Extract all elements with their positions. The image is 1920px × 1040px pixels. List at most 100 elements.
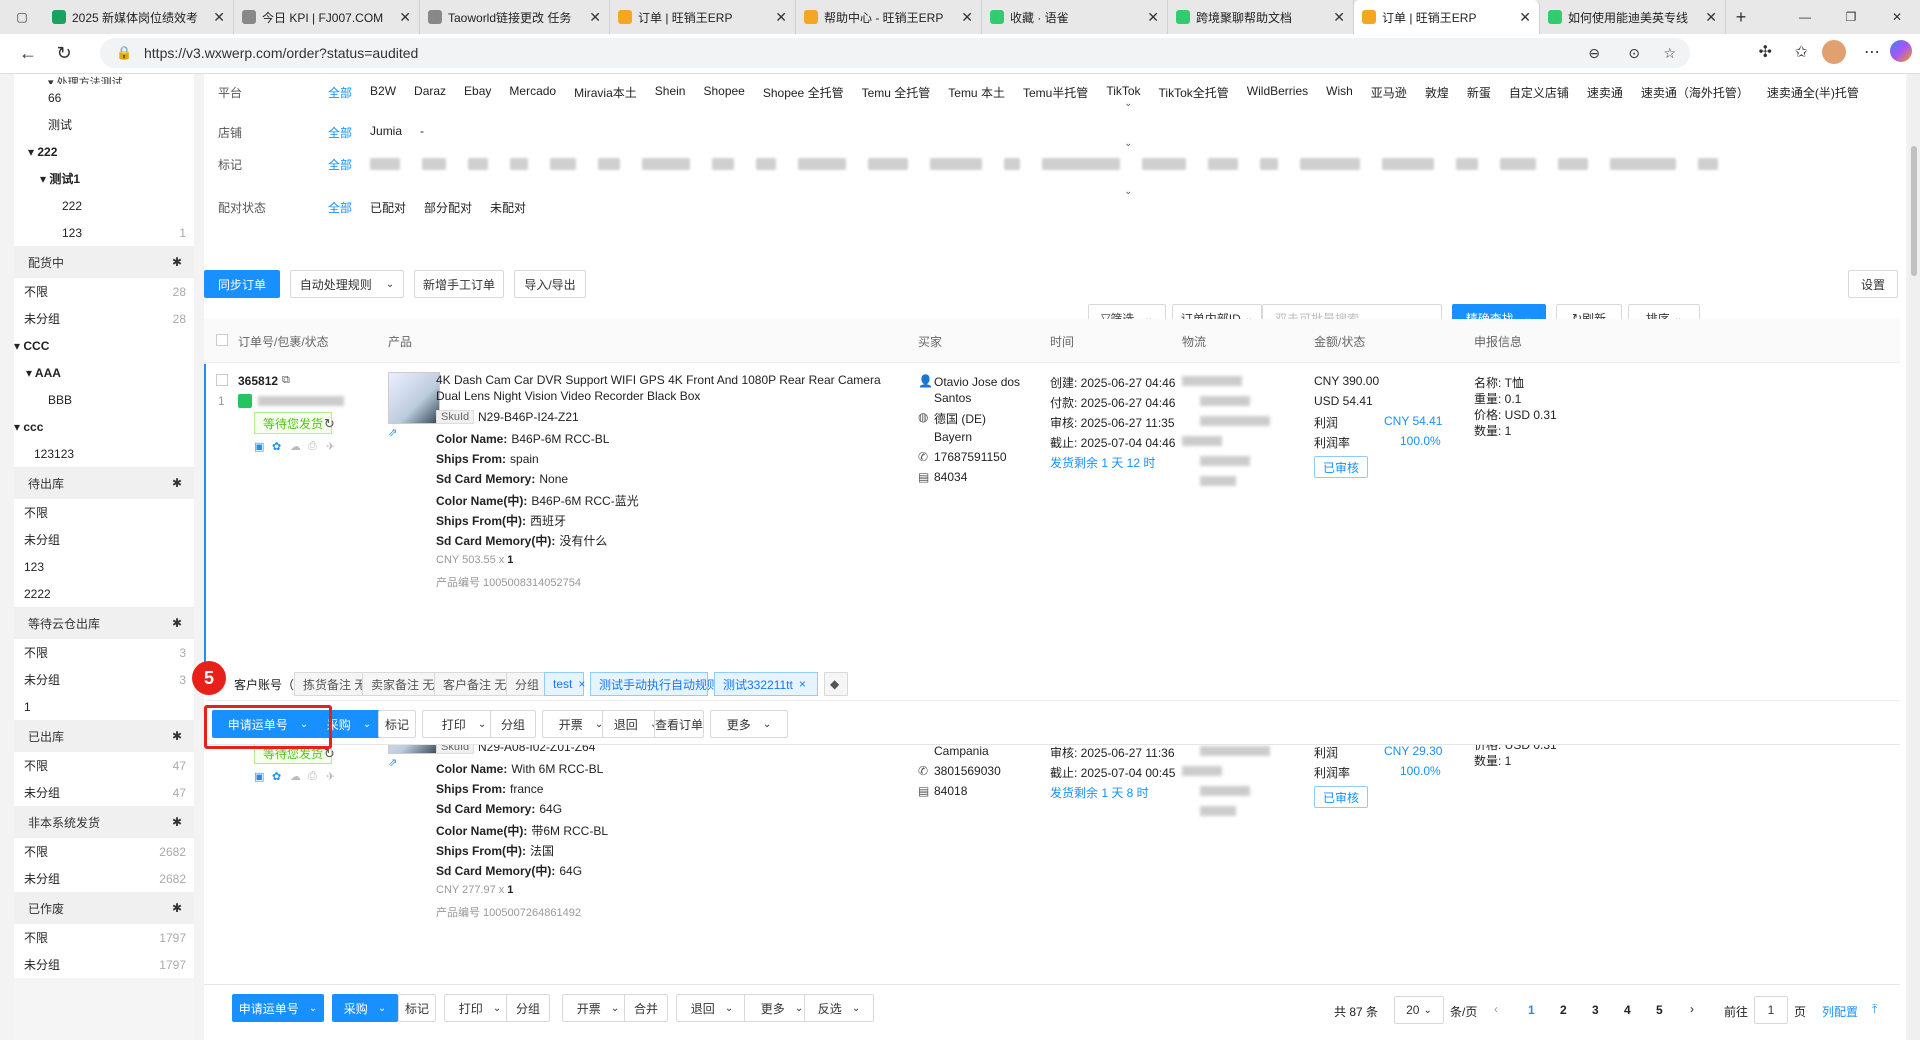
shop-option[interactable]: - bbox=[420, 124, 424, 141]
gift-icon[interactable]: ✿ bbox=[272, 770, 281, 783]
remove-tag-icon[interactable]: × bbox=[578, 677, 585, 691]
page-number[interactable]: 5 bbox=[1656, 1003, 1663, 1017]
sidebar-item[interactable]: 未分组 28 bbox=[14, 305, 194, 332]
gear-icon[interactable]: ✱ bbox=[172, 901, 182, 915]
platform-option[interactable]: Temu半托管 bbox=[1023, 84, 1088, 101]
note-tag[interactable]: 分组 bbox=[506, 672, 549, 696]
label-tag[interactable]: 测试手动执行自动规则× bbox=[590, 672, 732, 696]
sidebar-tree-item[interactable]: ▾ 222 bbox=[14, 138, 194, 165]
product-title[interactable]: 4K Dash Cam Car DVR Support WIFI GPS 4K … bbox=[436, 372, 906, 404]
close-window-icon[interactable]: ✕ bbox=[1874, 10, 1920, 24]
add-tag-icon[interactable]: ◆ bbox=[824, 672, 848, 696]
bottom-action-button[interactable]: 反选 ⌄ bbox=[804, 994, 874, 1022]
match-option[interactable]: 全部 bbox=[328, 199, 352, 216]
close-tab-icon[interactable]: ✕ bbox=[1519, 9, 1531, 26]
back-to-top-icon[interactable]: ⤒ bbox=[1872, 1002, 1877, 1017]
browser-tab[interactable]: 今日 KPI | FJ007.COM ✕ bbox=[234, 0, 420, 34]
sidebar-item[interactable]: 不限 47 bbox=[14, 752, 194, 779]
column-config-link[interactable]: 列配置 bbox=[1822, 1003, 1858, 1020]
sidebar-item[interactable]: ▾ AAA bbox=[14, 359, 194, 386]
platform-option[interactable]: Shopee bbox=[703, 84, 744, 101]
sidebar-tree-item[interactable]: 测试 bbox=[14, 111, 194, 138]
sidebar-item[interactable]: 未分组 2682 bbox=[14, 865, 194, 892]
sidebar-item[interactable]: 不限 2682 bbox=[14, 838, 194, 865]
browser-tab[interactable]: 跨境聚聊帮助文档 ✕ bbox=[1168, 0, 1354, 34]
close-tab-icon[interactable]: ✕ bbox=[589, 9, 601, 26]
sidebar-group-header[interactable]: 等待云仓出库 ✱ bbox=[14, 607, 194, 639]
gift-icon[interactable]: ✿ bbox=[272, 440, 281, 453]
browser-tab[interactable]: 帮助中心 - 旺销王ERP ✕ bbox=[796, 0, 982, 34]
sidebar-tree-item[interactable]: 222 bbox=[14, 192, 194, 219]
sidebar-item[interactable]: 123123 bbox=[14, 440, 194, 467]
platform-option[interactable]: Miravia本土 bbox=[574, 84, 637, 101]
sidebar-item[interactable]: 不限 1797 bbox=[14, 924, 194, 951]
extensions-icon[interactable]: ✣ bbox=[1759, 42, 1772, 62]
row-checkbox[interactable] bbox=[216, 374, 228, 386]
sidebar-tree-item[interactable]: 66 bbox=[14, 84, 194, 111]
close-tab-icon[interactable]: ✕ bbox=[1333, 9, 1345, 26]
goto-input[interactable]: 1 bbox=[1754, 996, 1788, 1024]
prev-page-icon[interactable]: ‹ bbox=[1494, 1002, 1498, 1016]
platform-option[interactable]: 亚马逊 bbox=[1371, 84, 1407, 101]
refresh-status-icon[interactable]: ↻ bbox=[324, 416, 335, 432]
platform-option[interactable]: Mercado bbox=[509, 84, 556, 101]
sidebar-item[interactable]: BBB bbox=[14, 386, 194, 413]
sidebar-item[interactable]: 2222 bbox=[14, 580, 194, 607]
page-number[interactable]: 2 bbox=[1560, 1003, 1567, 1017]
browser-tab[interactable]: Taoworld链接更改 任务 ✕ bbox=[420, 0, 610, 34]
platform-option[interactable]: B2W bbox=[370, 84, 396, 101]
page-number[interactable]: 4 bbox=[1624, 1003, 1631, 1017]
action-more-button[interactable]: 更多 ⌄ bbox=[710, 710, 788, 738]
refresh-icon[interactable]: ↻ bbox=[46, 36, 82, 72]
bottom-action-button[interactable]: 申请运单号 ⌄ bbox=[232, 994, 324, 1022]
gear-icon[interactable]: ✱ bbox=[172, 476, 182, 490]
platform-option[interactable]: Wish bbox=[1326, 84, 1353, 101]
cloud-icon[interactable]: ☁ bbox=[290, 770, 301, 783]
gear-icon[interactable]: ✱ bbox=[172, 729, 182, 743]
camera-icon[interactable]: ▣ bbox=[254, 440, 264, 453]
profile-avatar[interactable] bbox=[1822, 40, 1846, 64]
sidebar-tree-item[interactable]: ▾ 测试1 bbox=[14, 165, 194, 192]
sync-orders-button[interactable]: 同步订单 bbox=[204, 270, 280, 298]
order-number[interactable]: 365812 bbox=[238, 374, 278, 388]
platform-option[interactable]: 速卖通 bbox=[1587, 84, 1623, 101]
next-page-icon[interactable]: › bbox=[1690, 1002, 1694, 1016]
new-tab-button[interactable]: + bbox=[1726, 7, 1756, 28]
zoom-icon[interactable]: ⊖ bbox=[1588, 45, 1600, 62]
minimize-icon[interactable]: — bbox=[1782, 10, 1828, 24]
platform-option[interactable]: 速卖通（海外托管） bbox=[1641, 84, 1749, 101]
note-tag[interactable]: 客户备注 无 bbox=[434, 672, 516, 696]
open-link-icon[interactable]: ⇗ bbox=[388, 756, 397, 769]
sidebar-group-header[interactable]: 待出库 ✱ bbox=[14, 467, 194, 499]
platform-option[interactable]: 敦煌 bbox=[1425, 84, 1449, 101]
platform-option[interactable]: 全部 bbox=[328, 84, 352, 101]
platform-option[interactable]: Temu 本土 bbox=[948, 84, 1005, 101]
sidebar-group-header[interactable]: 配货中 ✱ bbox=[14, 246, 194, 278]
bottom-action-button[interactable]: 合并 bbox=[624, 994, 668, 1022]
import-export-button[interactable]: 导入/导出 bbox=[514, 270, 586, 298]
bottom-action-button[interactable]: 退回 ⌄ bbox=[676, 994, 748, 1022]
bottom-action-button[interactable]: 采购 ⌄ bbox=[332, 994, 398, 1022]
copilot-icon[interactable] bbox=[1890, 40, 1912, 62]
match-option[interactable]: 未配对 bbox=[490, 199, 526, 216]
sidebar-item[interactable]: 不限 bbox=[14, 499, 194, 526]
copy-icon[interactable]: ⧉ bbox=[282, 374, 290, 387]
browser-tab[interactable]: 订单 | 旺销王ERP ✕ bbox=[610, 0, 796, 34]
close-tab-icon[interactable]: ✕ bbox=[775, 9, 787, 26]
more-menu-icon[interactable]: ⋯ bbox=[1864, 42, 1880, 62]
sidebar-item[interactable]: ▾ ccc bbox=[14, 413, 194, 440]
gear-icon[interactable]: ✱ bbox=[172, 255, 182, 269]
favorites-icon[interactable]: ✩ bbox=[1795, 42, 1808, 62]
platform-option[interactable]: WildBerries bbox=[1247, 84, 1308, 101]
platform-option[interactable]: Shein bbox=[655, 84, 686, 101]
sidebar-item[interactable]: 未分组 3 bbox=[14, 666, 194, 693]
browser-tab[interactable]: 2025 新媒体岗位绩效考 ✕ bbox=[44, 0, 234, 34]
plane-icon[interactable]: ✈ bbox=[326, 440, 335, 453]
platform-option[interactable]: Daraz bbox=[414, 84, 446, 101]
print-icon[interactable]: ⎙ bbox=[308, 770, 317, 783]
bottom-action-button[interactable]: 分组 bbox=[506, 994, 550, 1022]
scrollbar[interactable] bbox=[1908, 74, 1920, 1040]
open-link-icon[interactable]: ⇗ bbox=[388, 426, 397, 439]
action-mark-button[interactable]: 标记 bbox=[378, 710, 416, 738]
manual-order-button[interactable]: 新增手工订单 bbox=[414, 270, 504, 298]
